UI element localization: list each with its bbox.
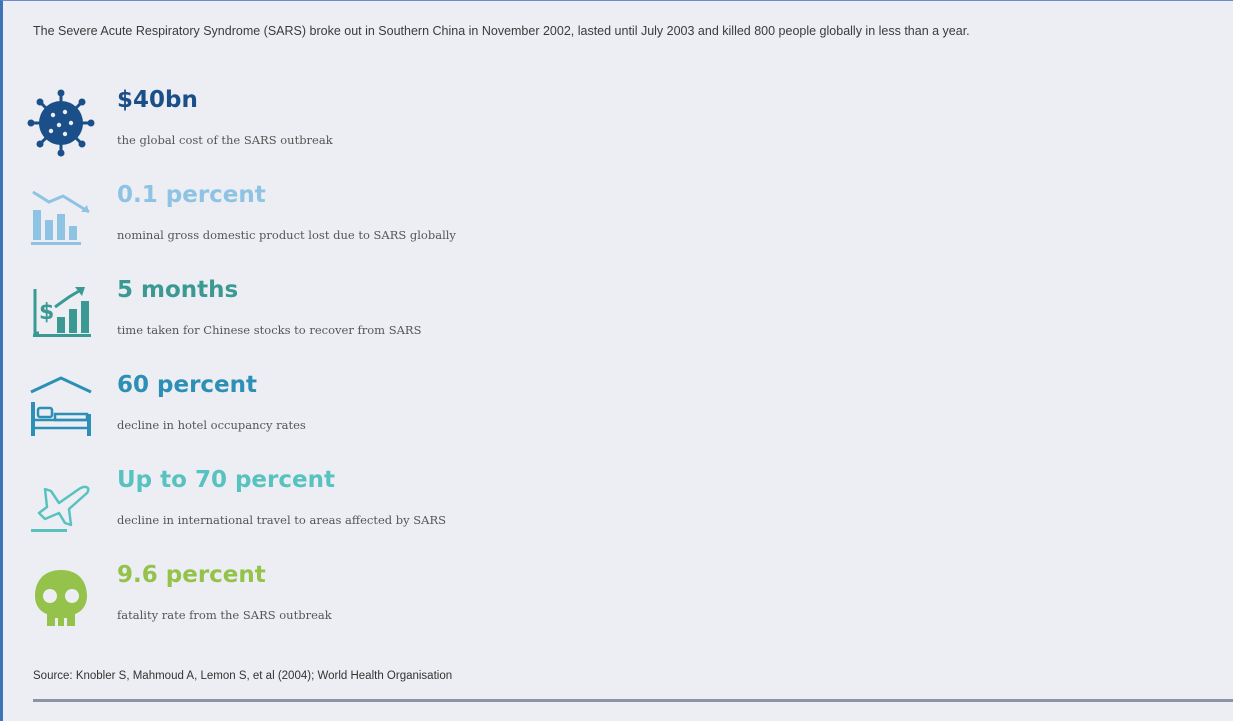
hotel-bed-icon (25, 372, 97, 444)
infographic-panel: The Severe Acute Respiratory Syndrome (S… (0, 0, 1233, 721)
source-citation: Source: Knobler S, Mahmoud A, Lemon S, e… (33, 670, 453, 682)
stat-value: 9.6 percent (117, 562, 266, 588)
stat-value: 0.1 percent (117, 182, 266, 208)
stat-stock-recovery: $ 5 months time taken for Chinese stocks… (25, 277, 1125, 357)
stat-gdp-lost: 0.1 percent nominal gross domestic produ… (25, 182, 1125, 262)
stat-international-travel: Up to 70 percent decline in internationa… (25, 467, 1125, 547)
stat-fatality-rate: 9.6 percent fatality rate from the SARS … (25, 562, 1125, 642)
airplane-icon (25, 467, 97, 539)
stat-description: fatality rate from the SARS outbreak (117, 608, 332, 622)
stat-description: time taken for Chinese stocks to recover… (117, 323, 422, 337)
stat-description: decline in hotel occupancy rates (117, 418, 306, 432)
stat-global-cost: $40bn the global cost of the SARS outbre… (25, 87, 1125, 167)
stat-value: 5 months (117, 277, 239, 303)
stat-description: the global cost of the SARS outbreak (117, 133, 333, 147)
declining-bar-chart-icon (25, 182, 97, 254)
stat-value: $40bn (117, 87, 198, 113)
stat-hotel-occupancy: 60 percent decline in hotel occupancy ra… (25, 372, 1125, 452)
stat-value: Up to 70 percent (117, 467, 335, 493)
stat-description: decline in international travel to areas… (117, 513, 446, 527)
stock-growth-icon: $ (25, 277, 97, 349)
svg-text:$: $ (39, 300, 54, 325)
divider (33, 699, 1233, 702)
intro-text: The Severe Acute Respiratory Syndrome (S… (33, 24, 970, 38)
stat-value: 60 percent (117, 372, 258, 398)
skull-icon (25, 562, 97, 634)
virus-icon (25, 87, 97, 159)
stat-description: nominal gross domestic product lost due … (117, 228, 456, 242)
